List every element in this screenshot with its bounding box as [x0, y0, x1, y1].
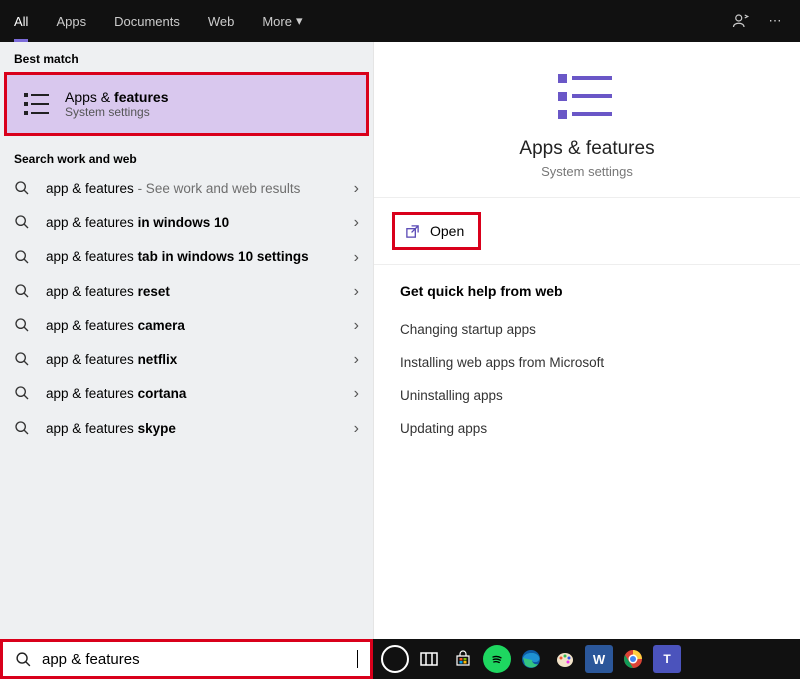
text-caret: [357, 650, 358, 668]
help-link-0[interactable]: Changing startup apps: [400, 313, 774, 346]
search-scope-tabs: All Apps Documents Web More▾ ⋯: [0, 0, 800, 42]
tab-more[interactable]: More▾: [248, 0, 316, 42]
chevron-right-icon: ›: [354, 385, 359, 403]
search-icon: [14, 283, 32, 301]
paint-icon[interactable]: [551, 645, 579, 673]
teams-icon[interactable]: T: [653, 645, 681, 673]
search-icon: [14, 385, 32, 403]
microsoft-store-icon[interactable]: [449, 645, 477, 673]
search-input[interactable]: [42, 651, 347, 668]
result-text: app & features cortana: [46, 385, 340, 403]
help-link-1[interactable]: Installing web apps from Microsoft: [400, 346, 774, 379]
result-text: app & features netflix: [46, 351, 340, 369]
tab-web[interactable]: Web: [194, 0, 249, 42]
chevron-right-icon: ›: [354, 351, 359, 369]
open-button[interactable]: Open: [392, 212, 481, 250]
search-icon: [14, 317, 32, 335]
section-search-web: Search work and web: [0, 142, 373, 172]
tab-all[interactable]: All: [0, 0, 42, 42]
web-result-7[interactable]: app & features skype ›: [0, 412, 373, 446]
edge-icon[interactable]: [517, 645, 545, 673]
best-match-apps-features[interactable]: Apps & features System settings: [4, 72, 369, 136]
help-link-3[interactable]: Updating apps: [400, 412, 774, 445]
web-result-2[interactable]: app & features tab in windows 10 setting…: [0, 240, 373, 274]
web-result-1[interactable]: app & features in windows 10 ›: [0, 206, 373, 240]
chevron-right-icon: ›: [354, 214, 359, 232]
search-icon: [14, 420, 32, 438]
spotify-icon[interactable]: [483, 645, 511, 673]
chevron-right-icon: ›: [354, 420, 359, 438]
search-icon: [15, 651, 32, 668]
preview-panel: Apps & features System settings Open Get…: [373, 42, 800, 639]
web-result-5[interactable]: app & features netflix ›: [0, 343, 373, 377]
chevron-right-icon: ›: [354, 249, 359, 267]
best-match-title: Apps & features: [65, 89, 169, 105]
tab-documents[interactable]: Documents: [100, 0, 194, 42]
search-icon: [14, 180, 32, 198]
apps-features-icon: [556, 70, 618, 126]
taskbar: W T: [373, 639, 800, 679]
search-icon: [14, 214, 32, 232]
section-best-match: Best match: [0, 42, 373, 72]
help-link-2[interactable]: Uninstalling apps: [400, 379, 774, 412]
chevron-right-icon: ›: [354, 317, 359, 335]
open-external-icon: [405, 224, 420, 239]
tab-apps[interactable]: Apps: [42, 0, 100, 42]
task-view-icon[interactable]: [415, 645, 443, 673]
search-icon: [14, 249, 32, 267]
list-settings-icon: [23, 90, 51, 118]
result-text: app & features - See work and web result…: [46, 180, 340, 198]
result-text: app & features in windows 10: [46, 214, 340, 232]
open-button-label: Open: [430, 223, 464, 239]
web-result-3[interactable]: app & features reset ›: [0, 275, 373, 309]
preview-subtitle: System settings: [541, 164, 633, 179]
results-panel: Best match Apps & features System settin…: [0, 42, 373, 639]
result-text: app & features reset: [46, 283, 340, 301]
web-result-0[interactable]: app & features - See work and web result…: [0, 172, 373, 206]
chevron-right-icon: ›: [354, 283, 359, 301]
help-header: Get quick help from web: [400, 283, 774, 299]
feedback-icon[interactable]: [724, 0, 758, 42]
result-text: app & features camera: [46, 317, 340, 335]
search-icon: [14, 351, 32, 369]
best-match-subtitle: System settings: [65, 105, 169, 119]
options-ellipsis-icon[interactable]: ⋯: [758, 0, 792, 42]
web-result-6[interactable]: app & features cortana ›: [0, 377, 373, 411]
chevron-right-icon: ›: [354, 180, 359, 198]
chrome-icon[interactable]: [619, 645, 647, 673]
word-icon[interactable]: W: [585, 645, 613, 673]
cortana-icon[interactable]: [381, 645, 409, 673]
result-text: app & features tab in windows 10 setting…: [46, 248, 340, 266]
web-result-4[interactable]: app & features camera ›: [0, 309, 373, 343]
chevron-down-icon: ▾: [296, 13, 303, 29]
preview-title: Apps & features: [519, 138, 654, 160]
result-text: app & features skype: [46, 420, 340, 438]
search-box[interactable]: [0, 639, 373, 679]
